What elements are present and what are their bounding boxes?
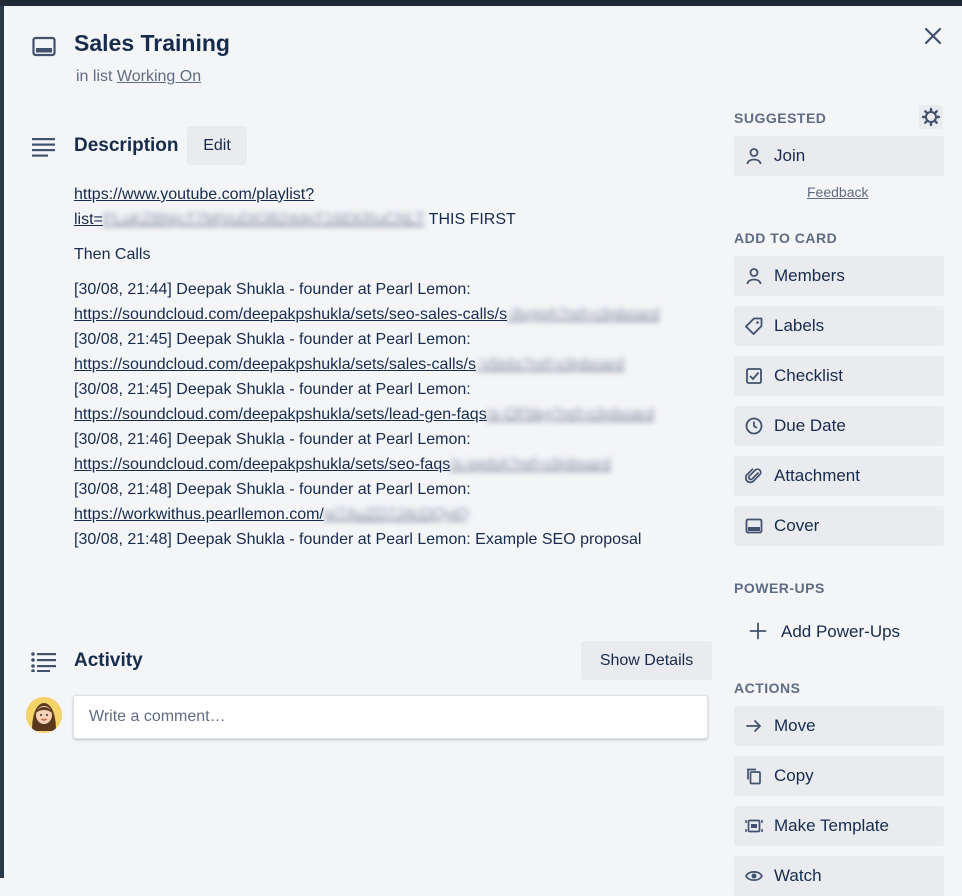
card-icon [32, 36, 56, 57]
person-icon [746, 148, 762, 165]
entry-meta: [30/08, 21:46] Deepak Shukla - founder a… [74, 431, 471, 448]
watch-button[interactable]: Watch [734, 856, 944, 896]
description-heading: Description [74, 135, 179, 156]
entry-url: https://workwithus.pearllemon.com/ [74, 506, 324, 523]
description-entry: [30/08, 21:45] Deepak Shukla - founder a… [74, 377, 714, 427]
entry-link[interactable]: https://soundcloud.com/deepakpshukla/set… [74, 456, 611, 473]
add-to-card-label: ADD TO CARD [734, 230, 838, 246]
clock-icon [745, 417, 763, 435]
watch-label: Watch [774, 866, 822, 885]
checklist-label: Checklist [774, 366, 843, 385]
make-template-button[interactable]: Make Template [734, 806, 944, 846]
in-list-prefix: in list [76, 68, 113, 85]
entry-url-blurred: -Vbt4x?ref=clipboard [476, 356, 625, 373]
entry-link[interactable]: https://soundcloud.com/deepakpshukla/set… [74, 306, 660, 323]
edit-description-button[interactable]: Edit [187, 126, 247, 165]
copy-icon [747, 768, 761, 785]
checkbox-icon [746, 368, 762, 384]
avatar-illustration-icon [26, 697, 62, 733]
feedback-link[interactable]: Feedback [807, 184, 868, 200]
arrow-right-icon [746, 720, 761, 732]
entry-url: https://soundcloud.com/deepakpshukla/set… [74, 356, 476, 373]
cover-button[interactable]: Cover [734, 506, 944, 546]
add-power-ups-label: Add Power-Ups [781, 622, 901, 641]
entry-url-blurred: -8vgqA?ref=clipboard [507, 306, 660, 323]
tag-icon [745, 317, 763, 335]
attachment-label: Attachment [774, 466, 860, 485]
playlist-suffix: THIS FIRST [424, 211, 516, 228]
description-entry: [30/08, 21:48] Deepak Shukla - founder a… [74, 477, 714, 527]
description-icon [32, 138, 55, 157]
description-entry: [30/08, 21:45] Deepak Shukla - founder a… [74, 327, 714, 377]
join-label: Join [774, 146, 806, 165]
activity-heading: Activity [74, 650, 143, 671]
avatar[interactable] [26, 697, 62, 733]
entry-link[interactable]: https://soundcloud.com/deepakpshukla/set… [74, 356, 624, 373]
eye-icon [745, 871, 763, 881]
entry-meta: [30/08, 21:44] Deepak Shukla - founder a… [74, 281, 471, 298]
add-power-ups-button[interactable]: Add Power-Ups [749, 613, 949, 649]
attachment-button[interactable]: Attachment [734, 456, 944, 496]
playlist-link[interactable]: https://www.youtube.com/playlist? list=PL… [74, 186, 425, 228]
close-icon[interactable] [920, 23, 946, 49]
members-label: Members [774, 266, 845, 285]
gear-icon [921, 107, 941, 127]
entry-url-blurred: /s-OFbkg?ref=clipboard [486, 406, 655, 423]
activity-icon [31, 652, 56, 672]
entry-url: https://soundcloud.com/deepakpshukla/set… [74, 306, 508, 323]
copy-label: Copy [774, 766, 814, 785]
description-body: https://www.youtube.com/playlist? list=PL… [74, 182, 714, 552]
move-button[interactable]: Move [734, 706, 944, 746]
description-last-line: [30/08, 21:48] Deepak Shukla - founder a… [74, 531, 642, 548]
copy-button[interactable]: Copy [734, 756, 944, 796]
list-breadcrumb: in list Working On [76, 68, 201, 86]
join-button[interactable]: Join [734, 136, 944, 176]
make-template-label: Make Template [774, 816, 889, 835]
cover-icon [745, 518, 763, 534]
move-label: Move [774, 716, 816, 735]
actions-label: ACTIONS [734, 680, 801, 696]
entry-link[interactable]: https://soundcloud.com/deepakpshukla/set… [74, 406, 654, 423]
card-title[interactable]: Sales Training [74, 30, 230, 57]
entry-url-blurred: /s-iqebA?ref=clipboard [450, 456, 611, 473]
playlist-url-line2: list= [74, 211, 103, 228]
comment-input[interactable]: Write a comment… [73, 695, 708, 739]
entry-meta: [30/08, 21:45] Deepak Shukla - founder a… [74, 331, 471, 348]
members-button[interactable]: Members [734, 256, 944, 296]
power-ups-label: POWER-UPS [734, 580, 825, 596]
playlist-paragraph: https://www.youtube.com/playlist? list=PL… [74, 182, 714, 232]
description-entry: [30/08, 21:44] Deepak Shukla - founder a… [74, 277, 714, 327]
playlist-url-line1: https://www.youtube.com/playlist? [74, 186, 315, 203]
due-date-button[interactable]: Due Date [734, 406, 944, 446]
entry-url: https://soundcloud.com/deepakpshukla/set… [74, 456, 451, 473]
entry-url: https://soundcloud.com/deepakpshukla/set… [74, 406, 487, 423]
list-name-link[interactable]: Working On [117, 68, 201, 85]
show-details-button[interactable]: Show Details [581, 641, 712, 680]
description-entry: [30/08, 21:46] Deepak Shukla - founder a… [74, 427, 714, 477]
labels-label: Labels [774, 316, 825, 335]
due-date-label: Due Date [774, 416, 846, 435]
plus-icon [749, 622, 767, 640]
entry-meta: [30/08, 21:45] Deepak Shukla - founder a… [74, 381, 471, 398]
then-calls-text: Then Calls [74, 246, 151, 263]
checklist-button[interactable]: Checklist [734, 356, 944, 396]
suggested-label: SUGGESTED [734, 110, 827, 126]
labels-button[interactable]: Labels [734, 306, 944, 346]
entry-meta: [30/08, 21:48] Deepak Shukla - founder a… [74, 481, 471, 498]
suggested-settings-button[interactable] [919, 105, 943, 129]
entry-url-blurred: p/7AuZD7J4cDQyiQ [323, 506, 469, 523]
cover-label: Cover [774, 516, 820, 535]
playlist-url-blurred: PLuKZBNjcT7MjVuDIOB24dpT16EKRuCNLT [102, 211, 425, 228]
entry-link[interactable]: https://workwithus.pearllemon.com/p/7AuZ… [74, 506, 469, 523]
paperclip-icon [745, 468, 762, 484]
template-icon [745, 819, 763, 833]
person-icon [746, 268, 762, 285]
card-detail-modal: Sales Training in list Working On Descri… [4, 6, 962, 896]
